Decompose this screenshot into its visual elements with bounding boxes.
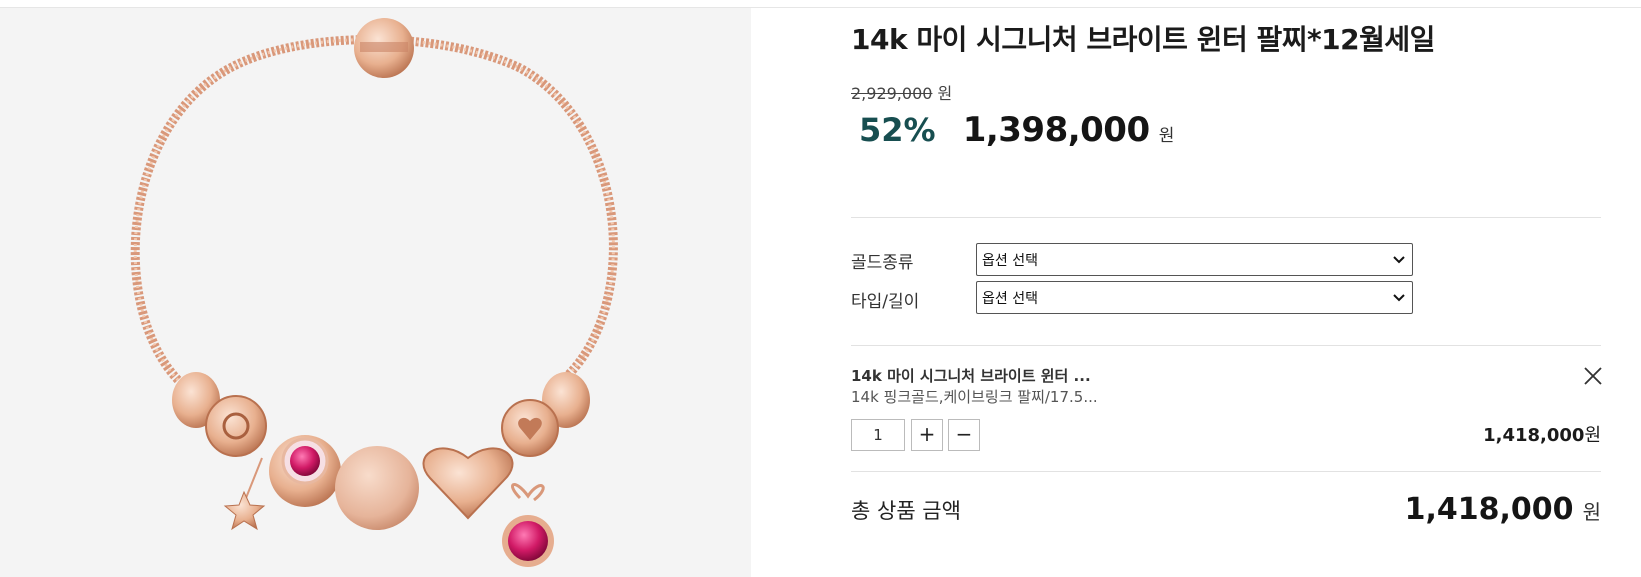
- sale-price: 1,398,000: [962, 110, 1150, 150]
- gold-type-select-value: 옵션 선택: [982, 253, 1038, 269]
- product-title: 14k 마이 시그니처 브라이트 윈터 팔찌*12월세일: [851, 23, 1435, 56]
- sale-price-unit: 원: [1158, 126, 1175, 146]
- type-length-select-value: 옵션 선택: [982, 291, 1038, 307]
- product-info: 14k 마이 시그니처 브라이트 윈터 팔찌*12월세일 2,929,000 원…: [851, 0, 1603, 577]
- selected-item-name: 14k 마이 시그니처 브라이트 윈터 ...: [851, 367, 1091, 385]
- quantity-increase-button[interactable]: +: [911, 419, 943, 451]
- item-price-unit: 원: [1584, 425, 1601, 446]
- discount-rate: 52%: [859, 111, 936, 149]
- divider: [851, 217, 1601, 218]
- quantity-input[interactable]: 1: [851, 419, 905, 451]
- product-image: [0, 8, 751, 577]
- divider: [851, 471, 1601, 472]
- option-label-type-length: 타입/길이: [851, 292, 920, 312]
- type-length-select[interactable]: 옵션 선택: [976, 281, 1413, 314]
- original-price: 2,929,000 원: [851, 80, 952, 104]
- chevron-down-icon: [1393, 294, 1405, 302]
- total-price-unit: 원: [1582, 500, 1601, 524]
- total-price-value: 1,418,000: [1404, 492, 1574, 527]
- original-price-value: 2,929,000: [851, 84, 933, 103]
- price-row: 52% 1,398,000 원: [859, 110, 1174, 150]
- selected-item-options: 14k 핑크골드,케이브링크 팔찌/17.5...: [851, 388, 1098, 406]
- divider: [851, 345, 1601, 346]
- bracelet-image: [130, 18, 618, 567]
- close-icon[interactable]: [1583, 366, 1603, 386]
- item-price-value: 1,418,000: [1483, 425, 1585, 446]
- gold-type-select[interactable]: 옵션 선택: [976, 243, 1413, 276]
- total-label: 총 상품 금액: [851, 499, 961, 523]
- total-price: 1,418,000 원: [1405, 492, 1601, 527]
- chevron-down-icon: [1393, 256, 1405, 264]
- original-price-unit: 원: [937, 84, 953, 103]
- quantity-decrease-button[interactable]: −: [948, 419, 980, 451]
- option-label-gold-type: 골드종류: [851, 253, 914, 273]
- item-price: 1,418,000원: [1483, 421, 1601, 447]
